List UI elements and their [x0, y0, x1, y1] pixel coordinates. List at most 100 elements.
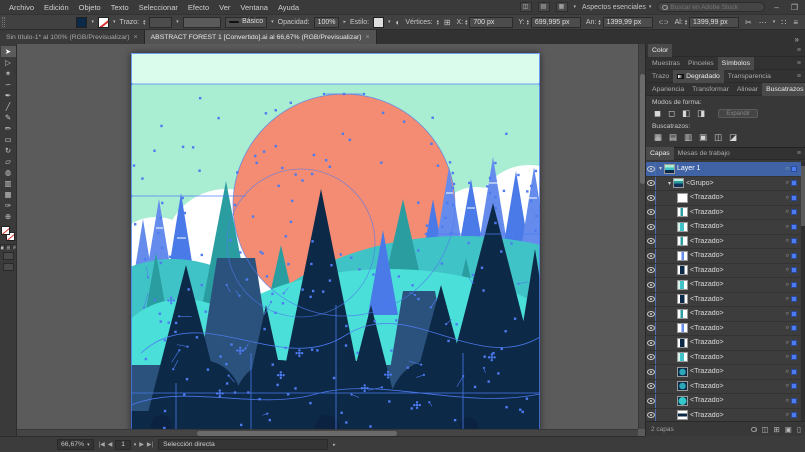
- x-stepper[interactable]: ▴▾: [465, 19, 467, 26]
- visibility-eye-icon[interactable]: [646, 264, 656, 278]
- stroke-swatch[interactable]: [98, 17, 109, 28]
- crop-icon[interactable]: ▣: [699, 132, 707, 143]
- merge-icon[interactable]: ▥: [684, 132, 692, 143]
- minimize-button[interactable]: –: [771, 3, 781, 12]
- panel-tab-color[interactable]: Color: [648, 44, 672, 57]
- artboard[interactable]: [131, 53, 540, 436]
- close-icon[interactable]: ×: [134, 34, 138, 41]
- y-stepper[interactable]: ▴▾: [527, 19, 529, 26]
- paintbrush-tool[interactable]: ✎: [1, 112, 16, 123]
- panel-tab-degradado[interactable]: Degradado: [673, 70, 724, 83]
- minus-back-icon[interactable]: ◪: [729, 132, 737, 143]
- panel-collapse-icon[interactable]: »: [795, 35, 805, 44]
- y-field[interactable]: Y: ▴▾ 699,995 px: [518, 17, 580, 28]
- visibility-eye-icon[interactable]: [646, 409, 656, 422]
- visibility-eye-icon[interactable]: [646, 336, 656, 350]
- panel-menu-icon[interactable]: ≡: [792, 18, 799, 27]
- pen-tool[interactable]: ✒: [1, 90, 16, 101]
- layer-row[interactable]: ▾<Grupo>○: [646, 177, 802, 192]
- x-field[interactable]: X: ▴▾ 700 px: [457, 17, 514, 28]
- panel-tab-transparencia[interactable]: Transparencia: [724, 70, 775, 83]
- link-dimensions-icon[interactable]: ⊂⊃: [658, 19, 670, 26]
- menu-objeto[interactable]: Objeto: [74, 3, 106, 12]
- tab-capas[interactable]: Capas: [646, 147, 674, 160]
- layers-scrollbar[interactable]: [801, 162, 805, 421]
- new-layer-icon[interactable]: ▣: [785, 425, 792, 434]
- stock-search-box[interactable]: [657, 2, 765, 12]
- layer-row[interactable]: <Trazado>○: [646, 365, 802, 380]
- zoom-level-dropdown[interactable]: 66,67% ▾: [57, 439, 94, 450]
- recolor-artwork-icon[interactable]: ◐: [395, 18, 402, 27]
- gradient-button[interactable]: ▤: [6, 244, 11, 249]
- intersect-icon[interactable]: ◧: [682, 108, 690, 119]
- visibility-eye-icon[interactable]: [646, 220, 656, 234]
- close-icon[interactable]: ×: [366, 34, 370, 41]
- reference-point-icon[interactable]: ⊞: [443, 18, 452, 27]
- draw-mode-button[interactable]: [3, 252, 14, 260]
- rotate-tool[interactable]: ↻: [1, 145, 16, 156]
- bridge-icon[interactable]: ◫: [520, 2, 532, 12]
- color-button[interactable]: ◼: [0, 244, 5, 249]
- arrange-documents-icon[interactable]: ▦: [556, 2, 568, 12]
- panel-tab-si-mbolos[interactable]: Símbolos: [718, 57, 754, 70]
- panel-tab-buscatrazos[interactable]: Buscatrazos: [762, 83, 805, 96]
- panel-tab-pinceles[interactable]: Pinceles: [684, 57, 718, 70]
- menu-archivo[interactable]: Archivo: [4, 3, 39, 12]
- visibility-eye-icon[interactable]: [646, 249, 656, 263]
- panel-tab-transformar[interactable]: Transformar: [688, 83, 733, 96]
- eyedropper-tool[interactable]: ✑: [1, 200, 16, 211]
- zoom-tool[interactable]: ⊕: [1, 211, 16, 222]
- height-value[interactable]: 1399,99 px: [689, 17, 739, 28]
- dock-icon[interactable]: ∷: [780, 18, 787, 27]
- rectangle-tool[interactable]: ▭: [1, 134, 16, 145]
- screen-mode-button[interactable]: [3, 263, 14, 271]
- next-artboard-icon[interactable]: ▶: [139, 441, 144, 448]
- last-artboard-icon[interactable]: ▶|: [147, 441, 153, 448]
- menu-ver[interactable]: Ver: [214, 3, 235, 12]
- layer-row[interactable]: <Trazado>○: [646, 235, 802, 250]
- horizontal-scrollbar[interactable]: [17, 429, 638, 436]
- direct-selection-tool[interactable]: ▷: [1, 57, 16, 68]
- mesh-tool[interactable]: ▦: [1, 189, 16, 200]
- brush-definition-dropdown[interactable]: [183, 17, 222, 28]
- more-options-icon[interactable]: ⋯: [758, 18, 768, 27]
- previous-artboard-icon[interactable]: ◀: [108, 441, 113, 448]
- artboard-number[interactable]: 1: [115, 440, 130, 450]
- layer-row[interactable]: <Trazado>○: [646, 191, 802, 206]
- trim-icon[interactable]: ▤: [669, 132, 677, 143]
- lasso-tool[interactable]: ∽: [1, 79, 16, 90]
- menu-texto[interactable]: Texto: [106, 3, 134, 12]
- layer-row[interactable]: <Trazado>○: [646, 394, 802, 409]
- visibility-eye-icon[interactable]: [646, 191, 656, 205]
- visibility-eye-icon[interactable]: [646, 206, 656, 220]
- variable-width-profile-dropdown[interactable]: Básico: [225, 17, 267, 28]
- width-field[interactable]: An: ▴▾ 1399,99 px: [586, 17, 653, 28]
- layer-row[interactable]: <Trazado>○: [646, 409, 802, 422]
- width-value[interactable]: 1399,99 px: [603, 17, 653, 28]
- visibility-eye-icon[interactable]: [646, 235, 656, 249]
- menu-efecto[interactable]: Efecto: [183, 3, 214, 12]
- visibility-eye-icon[interactable]: [646, 293, 656, 307]
- visibility-eye-icon[interactable]: [646, 322, 656, 336]
- fill-stroke-indicator[interactable]: [1, 226, 15, 241]
- x-value[interactable]: 700 px: [469, 17, 513, 28]
- delete-layer-icon[interactable]: ▯: [797, 425, 801, 434]
- opacity-value[interactable]: 100%: [314, 17, 340, 28]
- clipping-mask-icon[interactable]: ◫: [761, 425, 768, 434]
- menu-ventana[interactable]: Ventana: [235, 3, 273, 12]
- layer-row[interactable]: <Trazado>○: [646, 249, 802, 264]
- line-segment-tool[interactable]: ╱: [1, 101, 16, 112]
- search-input[interactable]: [670, 4, 760, 11]
- status-tool-field[interactable]: Selección directa: [158, 439, 328, 450]
- menu-ayuda[interactable]: Ayuda: [273, 3, 304, 12]
- column-graph-tool[interactable]: ▥: [1, 178, 16, 189]
- unite-icon[interactable]: ◼: [654, 108, 661, 119]
- shape-builder-tool[interactable]: ◍: [1, 167, 16, 178]
- panel-grip[interactable]: [2, 17, 5, 27]
- visibility-eye-icon[interactable]: [646, 365, 656, 379]
- selection-tool[interactable]: ➤: [1, 46, 16, 57]
- outline-icon[interactable]: ◫: [714, 132, 722, 143]
- menu-seleccionar[interactable]: Seleccionar: [134, 3, 183, 12]
- vertical-scrollbar[interactable]: [638, 44, 645, 429]
- panel-tab-muestras[interactable]: Muestras: [648, 57, 684, 70]
